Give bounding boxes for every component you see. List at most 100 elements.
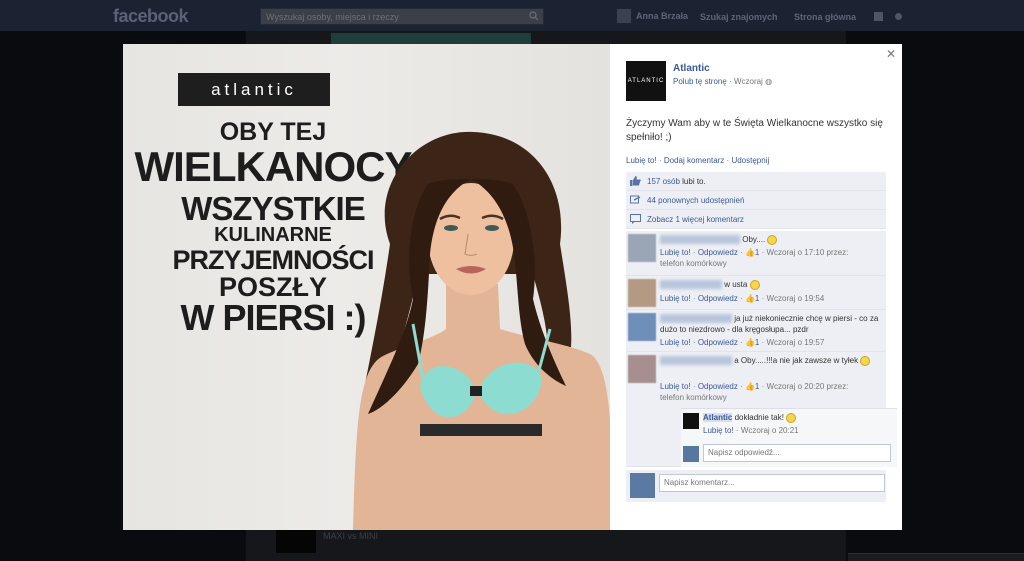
reply-like-link[interactable]: Lubię to! [703,426,734,435]
share-icon [630,195,641,204]
smiley-icon [749,279,760,290]
thumbs-up-icon [630,176,641,186]
page-name-link[interactable]: Atlantic [673,63,710,74]
commenter-avatar[interactable] [628,234,656,262]
avatar [683,446,699,462]
comment-likes-value: 1 [754,248,760,257]
commenter-name[interactable] [660,314,732,324]
find-friends-link[interactable]: Szukaj znajomych [700,12,778,22]
top-bar: facebook Wyszukaj osoby, miejsca i rzecz… [0,0,1024,31]
comment-like-link[interactable]: Lubię to! [660,382,691,391]
comment-like-link[interactable]: Lubię to! [660,338,691,347]
comment-placeholder: Napisz komentarz... [664,478,735,487]
reply-meta: Lubię to! · Wczoraj o 20:21 [703,426,799,435]
reply-time[interactable]: Wczoraj o 20:21 [741,426,799,435]
commenter-name[interactable] [660,235,740,245]
close-icon[interactable]: ✕ [886,48,896,60]
add-comment-button[interactable]: Dodaj komentarz [664,156,724,165]
search-placeholder: Wyszukaj osoby, miejsca i rzeczy [266,12,399,22]
profile-link[interactable]: Anna Brzała [617,9,688,23]
more-comments-link[interactable]: Zobacz 1 więcej komentarz [647,215,744,224]
comment: Oby.... Lubię to! · Odpowiedz · 👍1 · Wcz… [626,231,886,276]
friend-requests-icon[interactable] [874,12,883,21]
commenter-avatar[interactable] [628,313,656,341]
comment-likes-value: 1 [754,382,760,391]
page-avatar[interactable]: ATLANTIC [626,61,666,101]
comment-meta: Lubię to! · Odpowiedz · 👍1 · Wczoraj o 2… [660,382,849,402]
comment-text: a Oby.....!!!a nie jak zawsze w tyłek [734,356,859,365]
comment-likes-count[interactable]: 👍1 [745,382,759,391]
comment-like-link[interactable]: Lubię to! [660,294,691,303]
search-icon[interactable] [529,11,539,21]
settings-icon[interactable] [895,13,902,20]
comment: w usta Lubię to! · Odpowiedz · 👍1 · Wczo… [626,276,886,310]
likes-row: 157 osób lubi to. [626,172,886,191]
reply-text: dokładnie tak! [734,413,784,422]
feedback-summary: 157 osób lubi to. 44 ponownych udostępni… [626,172,886,229]
smiley-icon [860,355,871,366]
comment-likes-value: 1 [754,294,760,303]
commenter-avatar[interactable] [628,355,656,383]
comment-device: telefon komórkowy [660,259,727,268]
post-meta: Polub tę stronę · Wczoraj ◍ [673,77,772,86]
comment: ja już niekoniecznie chcę w piersi - co … [626,310,886,352]
facebook-logo[interactable]: facebook [113,6,189,27]
like-button[interactable]: Lubię to! [626,156,657,165]
comment-like-link[interactable]: Lubię to! [660,248,691,257]
reply-author[interactable]: Atlantic [703,413,733,422]
comment-time[interactable]: Wczoraj o 17:10 przez: [766,248,848,257]
comment-likes-value: 1 [754,338,760,347]
comment-body: w usta [660,279,882,290]
smiley-icon [767,234,778,245]
comment-text: Oby.... [742,235,766,244]
comment-time[interactable]: Wczoraj o 20:20 przez: [766,382,848,391]
likes-count-link[interactable]: 157 osób [647,177,680,186]
comment-likes-count[interactable]: 👍1 [745,338,759,347]
comment-time[interactable]: Wczoraj o 19:57 [766,338,824,347]
post-time[interactable]: Wczoraj [734,77,763,86]
shares-link[interactable]: 44 ponownych udostępnień [647,196,744,205]
comment-body: Oby.... [660,234,882,245]
comment-reply-link[interactable]: Odpowiedz [698,382,738,391]
comment-meta: Lubię to! · Odpowiedz · 👍1 · Wczoraj o 1… [660,338,825,347]
shares-row: 44 ponownych udostępnień [626,191,886,210]
more-comments-row: Zobacz 1 więcej komentarz [626,210,886,229]
user-name: Anna Brzała [636,11,689,21]
comment-likes-count[interactable]: 👍1 [745,248,759,257]
reply-thread: Atlantic dokładnie tak! Lubię to! · Wczo… [681,408,897,467]
photo-details-panel: ✕ ATLANTIC Atlantic Polub tę stronę · Wc… [610,44,902,530]
photo[interactable]: atlantic OBY TEJ WIELKANOCY WSZYSTKIE KU… [123,44,610,530]
commenter-name[interactable] [660,356,732,366]
reply-placeholder: Napisz odpowiedź... [708,448,780,457]
thumbs-up-icon: 👍 [744,248,755,257]
smiley-icon [786,412,797,423]
like-page-link[interactable]: Polub tę stronę [673,77,727,86]
thumbs-up-icon: 👍 [744,338,755,347]
commenter-avatar[interactable] [628,279,656,307]
comment-time[interactable]: Wczoraj o 19:54 [766,294,824,303]
comment-likes-count[interactable]: 👍1 [745,294,759,303]
page-avatar[interactable] [683,413,699,429]
comment-body: ja już niekoniecznie chcę w piersi - co … [660,313,882,335]
share-button[interactable]: Udostępnij [731,156,769,165]
commenter-name[interactable] [660,280,722,290]
thumbs-up-icon: 👍 [744,294,755,303]
page-avatar-text: ATLANTIC [627,78,665,84]
likes-suffix: lubi to. [682,176,706,186]
comment-reply-link[interactable]: Odpowiedz [698,294,738,303]
comment-text: w usta [724,280,748,289]
comment-input[interactable]: Napisz komentarz... [659,474,885,492]
avatar [630,473,655,498]
reply-input[interactable]: Napisz odpowiedź... [703,444,891,462]
comment-body: a Oby.....!!!a nie jak zawsze w tyłek [660,355,882,366]
background-caption: MAXI vs MINI [323,531,379,541]
chat-bar [848,553,1024,561]
comment-meta: Lubię to! · Odpowiedz · 👍1 · Wczoraj o 1… [660,248,849,268]
comment-reply-link[interactable]: Odpowiedz [698,248,738,257]
comment-reply-link[interactable]: Odpowiedz [698,338,738,347]
search-input[interactable]: Wyszukaj osoby, miejsca i rzeczy [260,8,544,25]
post-text: Życzymy Wam aby w te Święta Wielkanocne … [626,118,883,143]
home-link[interactable]: Strona główna [794,12,856,22]
comment-icon [630,214,641,224]
comment-meta: Lubię to! · Odpowiedz · 👍1 · Wczoraj o 1… [660,294,825,303]
